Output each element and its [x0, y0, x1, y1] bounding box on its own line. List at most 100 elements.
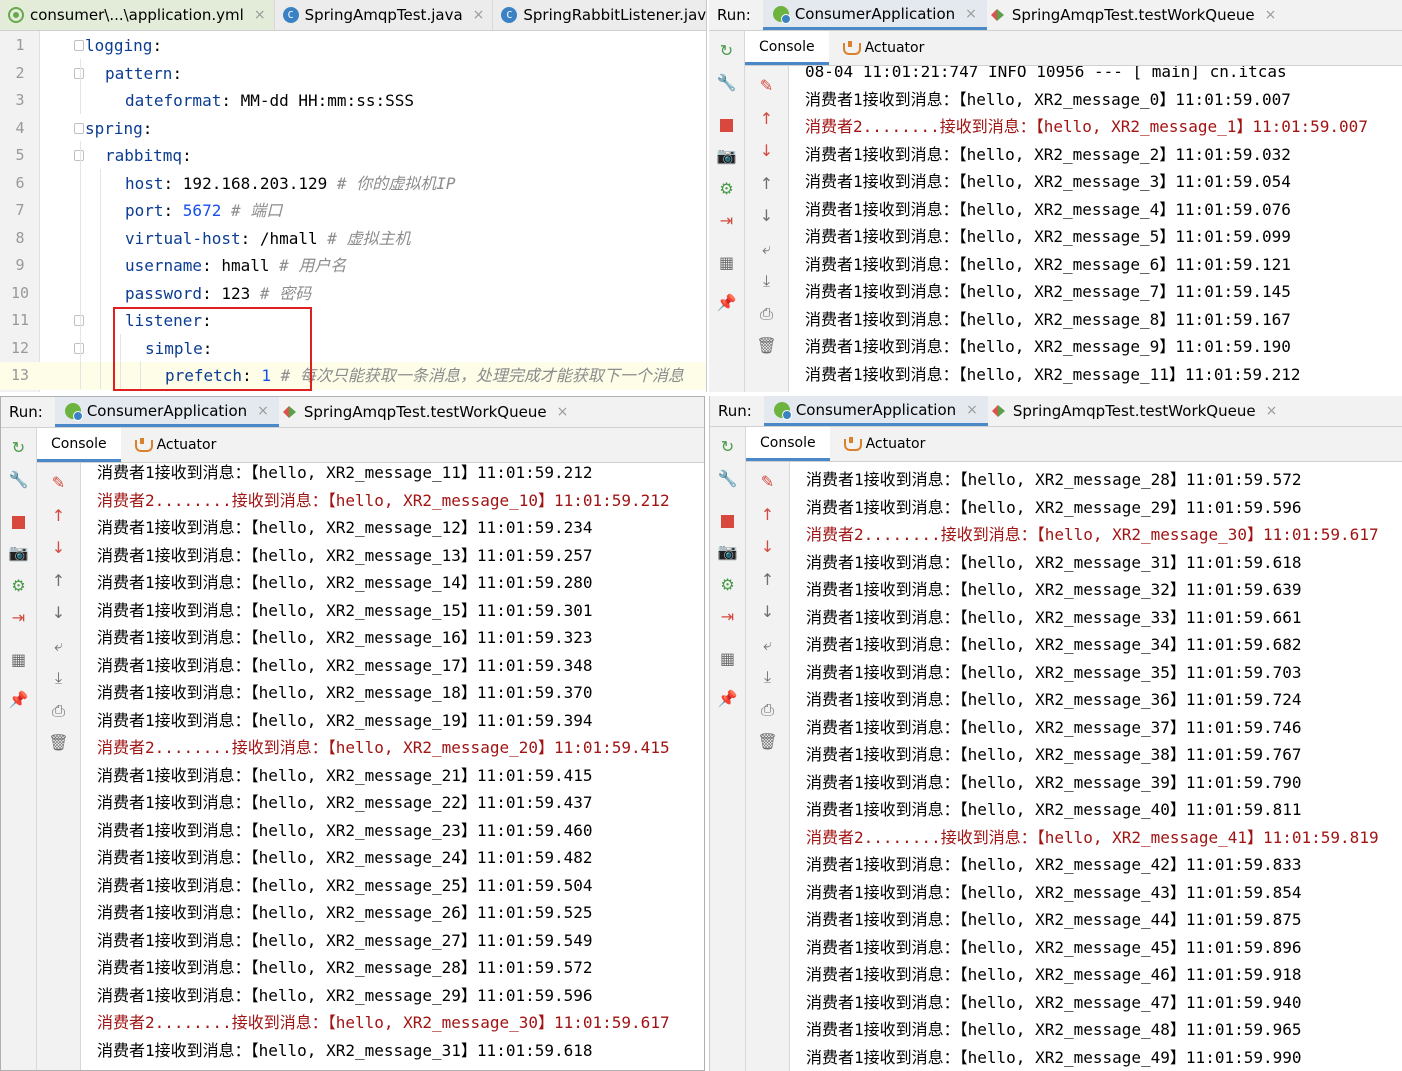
- toolbar-button[interactable]: ⤓: [37, 668, 80, 688]
- run-tool-window-header: Run: ConsumerApplication × SpringAmqpTest.t…: [710, 396, 1402, 427]
- tab-test-work-queue[interactable]: SpringAmqpTest.testWorkQueue ×: [987, 0, 1286, 30]
- toolbar-button[interactable]: ↓: [745, 206, 788, 226]
- toolbar-button[interactable]: ⇥: [1, 608, 36, 628]
- fold-marker-icon[interactable]: [74, 342, 84, 354]
- toolbar-button[interactable]: 📌: [710, 689, 745, 709]
- rerun-icon: ↻: [11, 438, 26, 457]
- toolbar-button[interactable]: ↻: [709, 41, 744, 61]
- toolbar-button[interactable]: ↓: [746, 602, 789, 622]
- console-line: 消费者1接收到消息：【hello, XR2_message_25】11:01:5…: [97, 875, 593, 895]
- tab-console[interactable]: Console: [746, 427, 830, 461]
- toolbar-button[interactable]: ⤶: [746, 635, 789, 655]
- run-panel-top-right: Run: ConsumerApplication × SpringAmqpTest.t…: [709, 0, 1402, 392]
- code-area[interactable]: 1 logging: 2 pattern: 3 dateformat: MM-dd HH:…: [0, 31, 706, 392]
- close-tab-icon[interactable]: ×: [1266, 403, 1278, 419]
- toolbar-button[interactable]: ⚙: [1, 576, 36, 596]
- close-tab-icon[interactable]: ×: [557, 404, 569, 420]
- tab-actuator[interactable]: Actuator: [121, 428, 231, 462]
- toolbar-button[interactable]: ↻: [710, 437, 745, 457]
- toolbar-button[interactable]: ⤶: [745, 239, 788, 259]
- toolbar-button[interactable]: ✎: [746, 472, 789, 492]
- toolbar-button[interactable]: 🗑: [745, 336, 788, 356]
- clear-icon: ✎: [760, 472, 775, 491]
- close-tab-icon[interactable]: ×: [257, 403, 269, 419]
- toolbar-button[interactable]: [1, 512, 36, 532]
- camera-icon: 📷: [8, 543, 29, 562]
- editor-tab[interactable]: consumer\...\application.yml ×: [0, 0, 275, 30]
- toolbar-button[interactable]: 🔧: [710, 469, 745, 489]
- toolbar-button[interactable]: ▦: [710, 649, 745, 669]
- toolbar-button[interactable]: ↓: [746, 537, 789, 557]
- toolbar-button[interactable]: ⇥: [710, 607, 745, 627]
- down-arrow-icon: ↓: [759, 206, 774, 225]
- toolbar-button[interactable]: ↑: [37, 506, 80, 526]
- toolbar-button[interactable]: 🗑: [746, 732, 789, 752]
- toolbar-button[interactable]: ✎: [745, 76, 788, 96]
- close-tab-icon[interactable]: ×: [254, 7, 266, 23]
- toolbar-button[interactable]: ⚙: [709, 179, 744, 199]
- tab-test-work-queue[interactable]: SpringAmqpTest.testWorkQueue ×: [988, 396, 1287, 426]
- console-output[interactable]: 消费者1接收到消息：【hello, XR2_message_11】11:01:5…: [81, 463, 704, 1070]
- console-line: 消费者1接收到消息：【hello, XR2_message_27】11:01:5…: [97, 930, 593, 950]
- toolbar-button[interactable]: ⤓: [746, 667, 789, 687]
- console-line: 消费者1接收到消息：【hello, XR2_message_35】11:01:5…: [806, 662, 1302, 682]
- tab-actuator[interactable]: Actuator: [830, 427, 940, 461]
- tab-console[interactable]: Console: [37, 428, 121, 462]
- fold-marker-icon[interactable]: [74, 122, 84, 134]
- toolbar-button[interactable]: ⇥: [709, 211, 744, 231]
- console-line: 消费者1接收到消息：【hello, XR2_message_46】11:01:5…: [806, 965, 1302, 984]
- toolbar-button[interactable]: ↓: [37, 538, 80, 558]
- toolbar-button[interactable]: ↑: [746, 505, 789, 525]
- fold-marker-icon[interactable]: [74, 150, 84, 161]
- tab-console[interactable]: Console: [745, 31, 829, 65]
- toolbar-button[interactable]: ↑: [745, 174, 788, 194]
- toolbar-button[interactable]: ⎙: [745, 304, 788, 324]
- close-tab-icon[interactable]: ×: [966, 402, 978, 418]
- editor-tab[interactable]: C SpringAmqpTest.java ×: [275, 0, 494, 30]
- editor-tab[interactable]: C SpringRabbitListener.jav: [493, 0, 706, 30]
- toolbar-button[interactable]: ⎙: [746, 700, 789, 720]
- tab-actuator[interactable]: Actuator: [829, 31, 939, 65]
- close-tab-icon[interactable]: ×: [473, 7, 485, 23]
- toolbar-button[interactable]: ↑: [37, 571, 80, 591]
- toolbar-button[interactable]: ↑: [746, 570, 789, 590]
- toolbar-button[interactable]: 📷: [1, 543, 36, 563]
- toolbar-button[interactable]: ⎙: [37, 701, 80, 721]
- tab-consumer-application[interactable]: ConsumerApplication ×: [54, 397, 279, 427]
- java-class-icon: C: [501, 7, 518, 23]
- scroll-to-end-icon: ⤓: [763, 667, 772, 686]
- yaml-comment: # 你的虚拟机IP: [327, 173, 456, 193]
- toolbar-button[interactable]: 🔧: [1, 470, 36, 490]
- toolbar-button[interactable]: ▦: [1, 650, 36, 670]
- toolbar-button[interactable]: 🔧: [709, 73, 744, 93]
- tab-test-work-queue[interactable]: SpringAmqpTest.testWorkQueue ×: [279, 397, 578, 427]
- code-line: 7 port: 5672 # 端口: [0, 197, 706, 225]
- toolbar-button[interactable]: ↓: [745, 141, 788, 161]
- fold-marker-icon[interactable]: [74, 67, 84, 79]
- toolbar-button[interactable]: ⚙: [710, 575, 745, 595]
- toolbar-button[interactable]: [710, 511, 745, 531]
- tab-consumer-application[interactable]: ConsumerApplication ×: [762, 0, 987, 30]
- tab-consumer-application[interactable]: ConsumerApplication ×: [763, 396, 988, 426]
- fold-marker-icon[interactable]: [74, 315, 84, 326]
- toolbar-button[interactable]: ↻: [1, 438, 36, 458]
- close-tab-icon[interactable]: ×: [965, 6, 977, 22]
- tab-label: SpringAmqpTest.testWorkQueue: [303, 403, 547, 421]
- toolbar-button[interactable]: ⤓: [745, 271, 788, 291]
- toolbar-button[interactable]: ↓: [37, 603, 80, 623]
- fold-marker-icon[interactable]: [74, 40, 84, 51]
- toolbar-button[interactable]: [709, 115, 744, 135]
- toolbar-button[interactable]: ▦: [709, 253, 744, 273]
- console-line: 消费者1接收到消息：【hello, XR2_message_45】11:01:5…: [806, 937, 1302, 957]
- toolbar-button[interactable]: 📷: [709, 146, 744, 166]
- toolbar-button[interactable]: 📌: [709, 293, 744, 313]
- toolbar-button[interactable]: 🗑: [37, 733, 80, 753]
- console-output[interactable]: 消费者1接收到消息：【hello, XR2_message_28】11:01:5…: [790, 462, 1402, 1071]
- toolbar-button[interactable]: 📷: [710, 542, 745, 562]
- toolbar-button[interactable]: ✎: [37, 473, 80, 493]
- console-output[interactable]: 08-04 11:01:21:747 INFO 10956 --- [ main…: [789, 66, 1402, 392]
- toolbar-button[interactable]: ⤶: [37, 636, 80, 656]
- close-tab-icon[interactable]: ×: [1265, 7, 1277, 23]
- toolbar-button[interactable]: ↑: [745, 109, 788, 129]
- toolbar-button[interactable]: 📌: [1, 690, 36, 710]
